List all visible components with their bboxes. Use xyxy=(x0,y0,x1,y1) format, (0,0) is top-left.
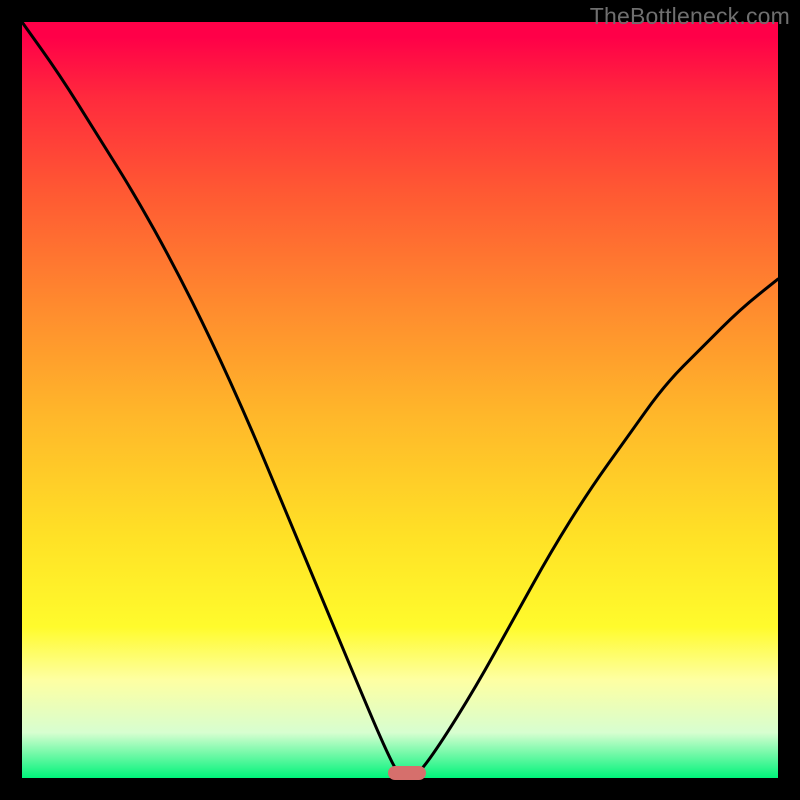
optimal-marker xyxy=(388,766,426,780)
bottleneck-curve xyxy=(22,22,778,778)
watermark-text: TheBottleneck.com xyxy=(590,3,790,30)
chart-frame xyxy=(22,22,778,778)
